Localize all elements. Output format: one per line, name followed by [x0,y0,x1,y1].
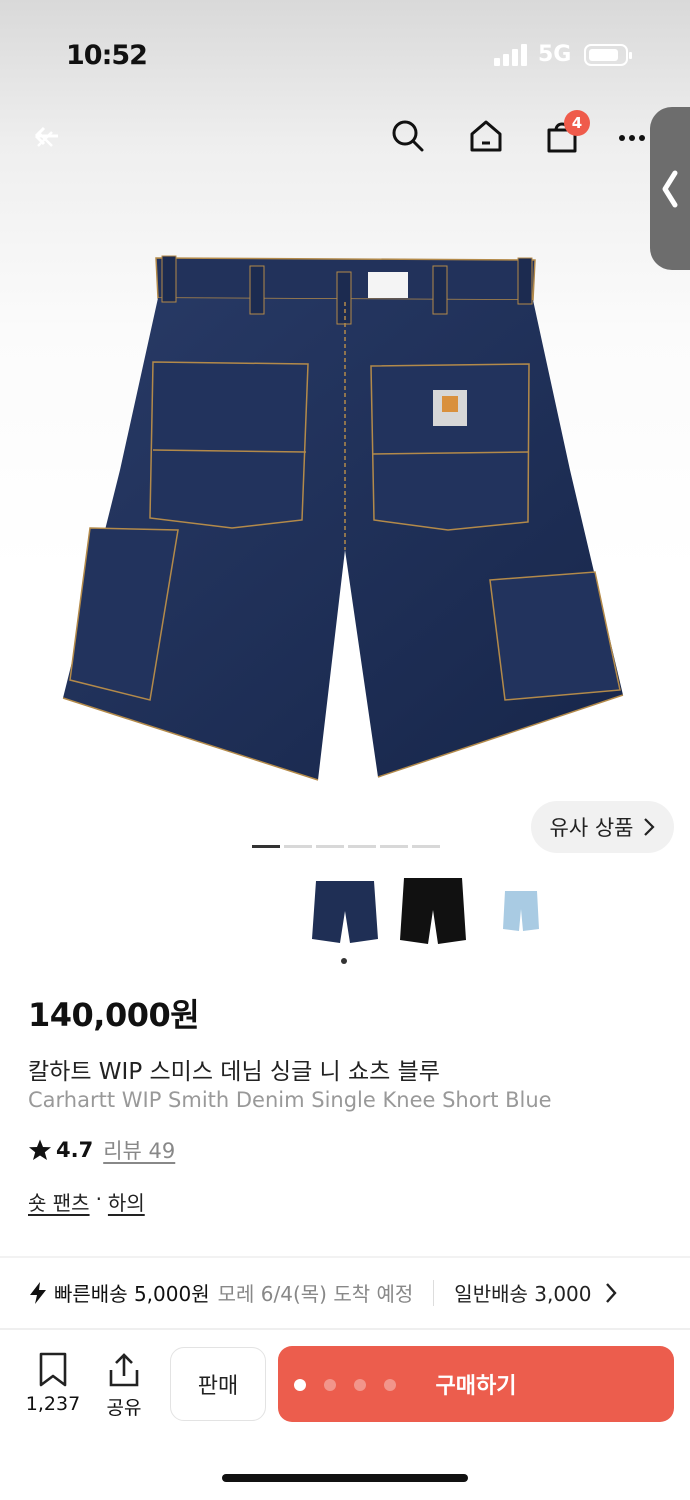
chevron-left-icon [662,170,678,207]
home-button[interactable] [462,112,510,160]
pager-segment [412,845,440,848]
share-icon [109,1353,139,1387]
pager-segment [284,845,312,848]
star-icon [29,1139,51,1160]
status-time: 10:52 [66,40,148,71]
chevron-right-icon [644,818,656,836]
category-sub-link[interactable]: 하의 [108,1187,145,1216]
buy-label: 구매하기 [435,1374,517,1399]
network-label: 5G [538,42,572,67]
product-price: 140,000원 [28,996,200,1034]
thumbnail-selected-dot [341,958,347,964]
pager-segment [348,845,376,848]
bookmark-button[interactable]: 1,237 [24,1352,82,1415]
denim-shorts-image [62,255,624,781]
lightning-icon [30,1281,46,1304]
pager-segment [380,845,408,848]
battery-icon [584,44,632,66]
sell-button[interactable]: 판매 [170,1347,266,1421]
home-icon [470,120,502,152]
image-pager [252,845,440,848]
fast-shipping-label: 빠른배송 5,000원 [54,1282,210,1306]
navy-shorts-thumbnail [312,880,378,943]
search-icon [392,120,424,152]
black-shorts-thumbnail [400,877,466,944]
loading-dots [294,1379,396,1391]
side-panel-handle[interactable] [650,107,690,270]
rating-row: 4.7 리뷰 49 [28,1135,175,1165]
thumbnail-black[interactable] [398,873,468,948]
color-thumbnails [310,873,574,948]
home-indicator [222,1474,468,1482]
pager-segment [252,845,280,848]
more-dots-icon [619,135,645,141]
share-button[interactable]: 공유 [100,1352,148,1420]
product-main-image[interactable] [50,240,640,800]
light-blue-shorts-thumbnail [503,890,539,931]
back-close-icon [34,126,58,147]
buy-button[interactable]: 구매하기 [278,1346,674,1422]
status-bar: 10:52 5G [0,0,690,100]
bookmark-icon [39,1352,67,1387]
chevron-right-icon [605,1282,617,1303]
category-main-link[interactable]: 숏 팬츠 [28,1187,90,1216]
product-title-english: Carhartt WIP Smith Denim Single Knee Sho… [28,1088,552,1112]
shipping-separator [433,1279,435,1306]
thumbnail-light-blue[interactable] [486,873,556,948]
review-link[interactable]: 리뷰 49 [103,1135,175,1165]
fast-shipping-eta: 모레 6/4(목) 도착 예정 [217,1282,414,1306]
bookmark-count: 1,237 [25,1393,81,1415]
thumbnail-navy[interactable] [310,873,380,948]
search-button[interactable] [384,112,432,160]
shipping-options[interactable]: 빠른배송 5,000원 모레 6/4(목) 도착 예정 일반배송 3,000 [28,1278,690,1307]
category-breadcrumb: 숏 팬츠 · 하의 [28,1187,145,1216]
pager-segment [316,845,344,848]
category-separator: · [95,1187,102,1211]
similar-products-button[interactable]: 유사 상품 [531,801,674,853]
similar-products-label: 유사 상품 [549,816,634,840]
cart-count-badge: 4 [564,110,590,136]
back-close-button[interactable] [24,112,72,160]
product-title-korean: 칼하트 WIP 스미스 데님 싱글 니 쇼츠 블루 [28,1059,440,1085]
share-label: 공유 [106,1397,142,1419]
bottom-bar-divider [0,1328,690,1330]
more-button[interactable] [614,112,650,160]
rating-value: 4.7 [56,1138,94,1162]
section-divider [0,1256,690,1258]
signal-icon [494,44,528,66]
normal-shipping-label: 일반배송 3,000 [454,1282,592,1306]
cart-button[interactable]: 4 [538,110,590,160]
